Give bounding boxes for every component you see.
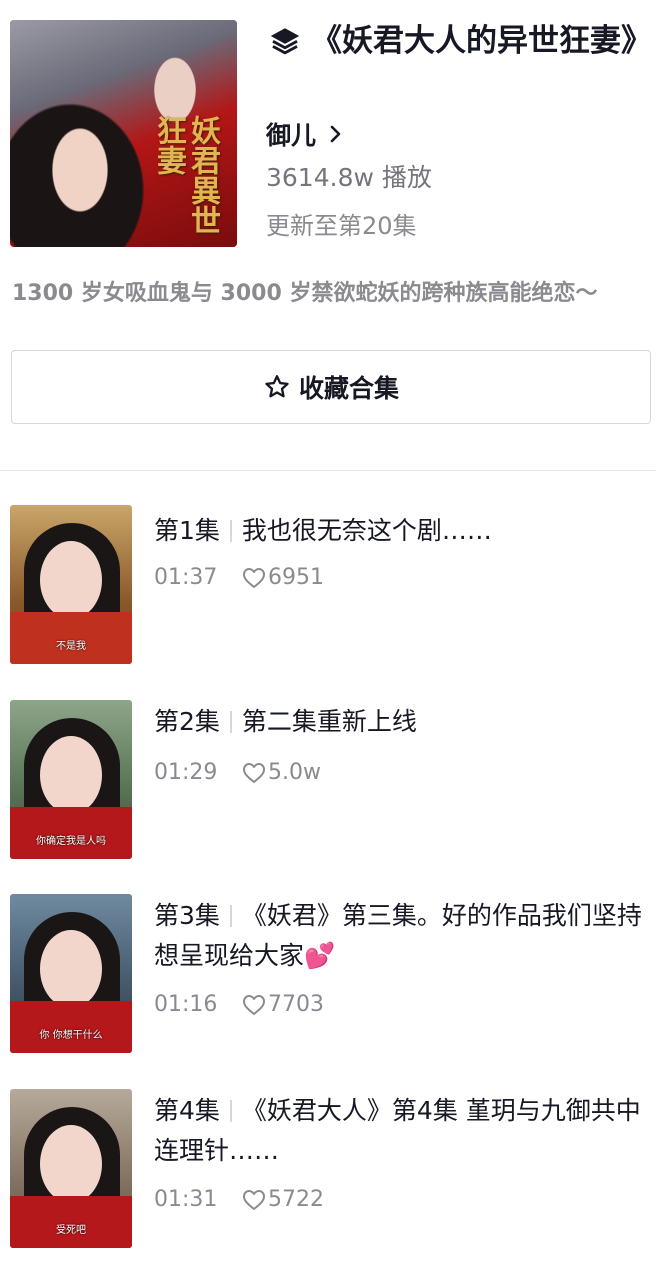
episode-meta: 01:16 7703 (154, 992, 324, 1017)
collection-title: 《妖君大人的异世狂妻》 (311, 23, 652, 59)
episode-number: 第3集 (154, 901, 220, 930)
cover-title-art: 妖君異世狂妻 (151, 115, 220, 235)
episode-name: 《妖君》第三集。好的作品我们坚持想呈现给大家💕 (154, 901, 642, 970)
episode-duration: 01:29 (154, 760, 218, 785)
episode-thumbnail: 你确定我是人吗 (10, 700, 132, 859)
episode-likes: 5.0w (268, 760, 321, 785)
update-status: 更新至第20集 (266, 212, 417, 240)
collection-header: 妖君異世狂妻 《妖君大人的异世狂妻》 御儿 3614.8w 播放 更新至第20集 (0, 0, 656, 260)
episode-likes: 7703 (268, 992, 324, 1017)
title-separator (229, 905, 232, 927)
episode-thumbnail: 不是我 (10, 505, 132, 664)
episode-name: 第二集重新上线 (241, 707, 417, 736)
thumbnail-caption: 你确定我是人吗 (36, 836, 106, 847)
heart-icon (243, 762, 265, 783)
favorite-collection-button[interactable]: 收藏合集 (11, 350, 651, 424)
thumbnail-caption: 受死吧 (56, 1225, 86, 1236)
episode-name: 《妖君大人》第4集 堇玥与九御共中连理针…… (154, 1096, 641, 1165)
episode-title: 第4集 《妖君大人》第4集 堇玥与九御共中连理针…… (154, 1091, 644, 1171)
section-divider (0, 470, 656, 471)
episode-name: 我也很无奈这个剧…… (241, 516, 492, 545)
episode-title: 第3集 《妖君》第三集。好的作品我们坚持想呈现给大家💕 (154, 896, 644, 976)
episode-number: 第4集 (154, 1096, 220, 1125)
episode-meta: 01:29 5.0w (154, 760, 321, 785)
author-name: 御儿 (266, 121, 317, 150)
thumbnail-caption: 不是我 (56, 641, 86, 652)
collection-cover-image[interactable]: 妖君異世狂妻 (10, 20, 237, 247)
episode-number: 第2集 (154, 707, 220, 736)
thumbnail-caption: 你 你想干什么 (39, 1030, 103, 1041)
title-separator (229, 520, 232, 542)
author-link[interactable]: 御儿 (266, 116, 344, 152)
title-separator (229, 711, 232, 733)
collection-description: 1300 岁女吸血鬼与 3000 岁禁欲蛇妖的跨种族高能绝恋～ (12, 281, 598, 306)
episode-thumbnail: 受死吧 (10, 1089, 132, 1248)
chevron-right-icon (330, 125, 341, 143)
heart-icon (243, 567, 265, 588)
episode-title: 第1集 我也很无奈这个剧…… (154, 511, 644, 551)
title-separator (229, 1100, 232, 1122)
episode-likes: 5722 (268, 1187, 324, 1212)
episode-duration: 01:31 (154, 1187, 218, 1212)
heart-icon (243, 994, 265, 1015)
episode-meta: 01:31 5722 (154, 1187, 324, 1212)
favorite-button-label: 收藏合集 (298, 374, 399, 403)
episode-likes: 6951 (268, 565, 324, 590)
heart-icon (243, 1189, 265, 1210)
episode-duration: 01:16 (154, 992, 218, 1017)
episode-meta: 01:37 6951 (154, 565, 324, 590)
episode-title: 第2集 第二集重新上线 (154, 702, 644, 742)
star-icon (265, 375, 289, 398)
episode-thumbnail: 你 你想干什么 (10, 894, 132, 1053)
episode-duration: 01:37 (154, 565, 218, 590)
play-count: 3614.8w 播放 (266, 163, 432, 192)
episode-number: 第1集 (154, 516, 220, 545)
